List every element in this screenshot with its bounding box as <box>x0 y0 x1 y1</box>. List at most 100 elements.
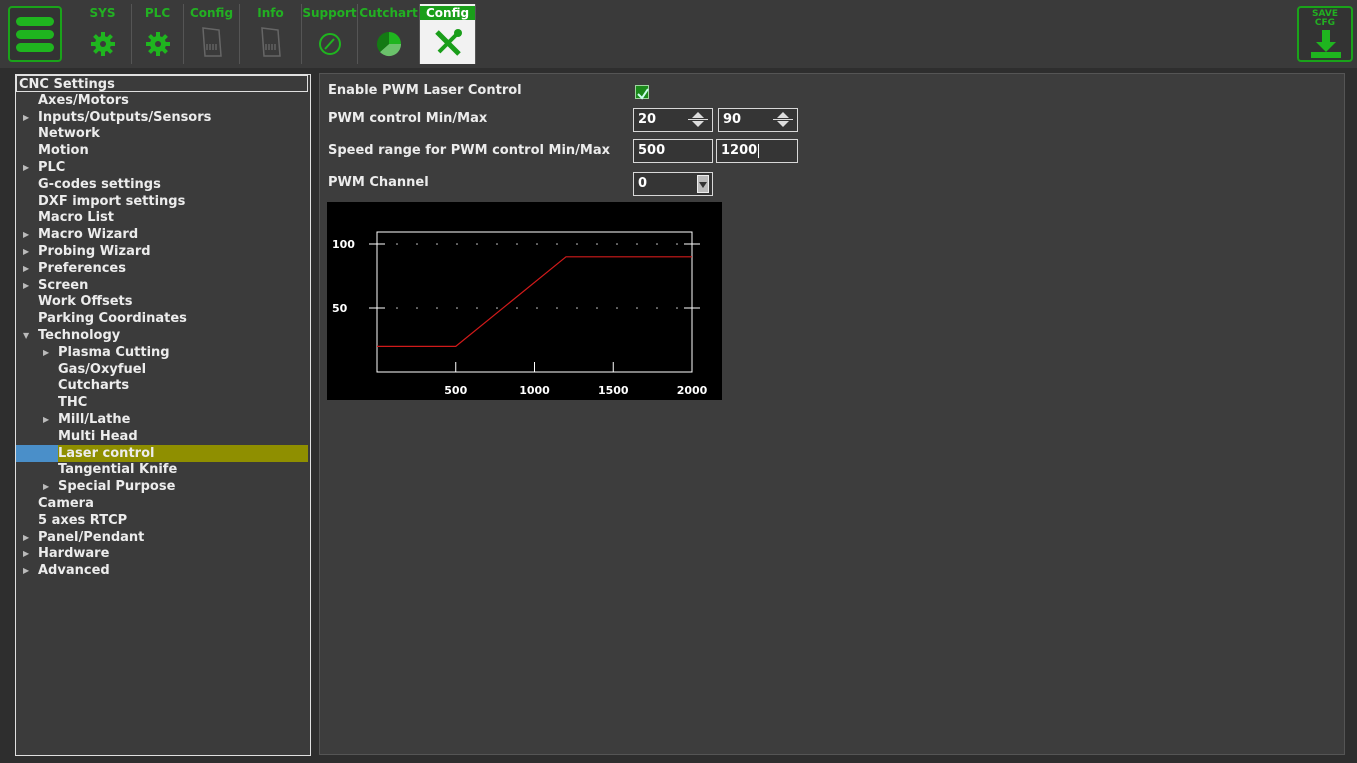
grid-dot <box>616 243 618 245</box>
tree-item[interactable]: ▶ Advanced <box>16 562 308 579</box>
gear-icon <box>145 32 170 56</box>
grid-dot <box>636 307 638 309</box>
grid-dot <box>396 243 398 245</box>
chevron-right-icon[interactable]: ▶ <box>23 277 29 294</box>
grid-dot <box>476 307 478 309</box>
chevron-right-icon[interactable]: ▶ <box>43 344 49 361</box>
laser-control-panel: Enable PWM Laser Control PWM control Min… <box>319 73 1345 755</box>
chevron-right-icon[interactable]: ▶ <box>43 411 49 428</box>
tree-item-label: Motion <box>38 143 89 159</box>
tree-item[interactable]: ▶ Mill/Lathe <box>16 411 308 428</box>
chevron-right-icon[interactable]: ▶ <box>23 243 29 260</box>
tab-label: Config <box>420 6 476 20</box>
tab-support[interactable]: Support <box>302 4 358 64</box>
tab-config-active[interactable]: Config <box>420 4 476 64</box>
chevron-right-icon[interactable]: ▶ <box>23 562 29 579</box>
tree-item[interactable]: Macro List <box>16 209 308 226</box>
tree-item[interactable]: Network <box>16 125 308 142</box>
chevron-right-icon[interactable]: ▶ <box>23 529 29 546</box>
tree-root[interactable]: CNC Settings <box>16 75 308 92</box>
chevron-right-icon[interactable]: ▶ <box>23 260 29 277</box>
chevron-right-icon[interactable]: ▶ <box>23 545 29 562</box>
spinner-arrows-icon[interactable] <box>688 111 708 129</box>
chevron-down-icon[interactable] <box>697 175 709 193</box>
tree-item[interactable]: 5 axes RTCP <box>16 512 308 529</box>
chevron-down-icon[interactable]: ▼ <box>23 327 29 344</box>
main-menu-button[interactable] <box>8 6 62 62</box>
tab-sys[interactable]: SYS <box>74 4 132 64</box>
chevron-right-icon[interactable]: ▶ <box>23 159 29 176</box>
pwm-minmax-label: PWM control Min/Max <box>328 111 488 126</box>
grid-dot <box>496 243 498 245</box>
tree-item-label: Macro List <box>38 210 114 226</box>
tree-item[interactable]: ▶ Preferences <box>16 260 308 277</box>
tree-item[interactable]: ▶ Special Purpose <box>16 478 308 495</box>
tab-label: Info <box>257 6 284 20</box>
grid-dot <box>416 307 418 309</box>
settings-tree[interactable]: CNC Settings Axes/Motors ▶ Inputs/Outputs/S… <box>15 74 311 756</box>
pwm-max-spinbox[interactable]: 90 <box>718 108 798 132</box>
tab-cutchart[interactable]: Cutchart <box>358 4 420 64</box>
tree-item[interactable]: Axes/Motors <box>16 92 308 109</box>
tab-plc[interactable]: PLC <box>132 4 184 64</box>
tree-item[interactable]: Motion <box>16 142 308 159</box>
menu-bar-icon <box>16 43 54 52</box>
document-icon <box>201 27 222 57</box>
tree-item[interactable]: DXF import settings <box>16 193 308 210</box>
tree-item[interactable]: ▶ Panel/Pendant <box>16 529 308 546</box>
tree-item[interactable]: ▶ Hardware <box>16 545 308 562</box>
chevron-right-icon[interactable]: ▶ <box>23 109 29 126</box>
tree-item[interactable]: THC <box>16 394 308 411</box>
tree-item[interactable]: ▶ PLC <box>16 159 308 176</box>
tree-item[interactable]: Gas/Oxyfuel <box>16 361 308 378</box>
tree-item-label: Hardware <box>38 546 110 562</box>
tab-config[interactable]: Config <box>184 4 240 64</box>
x-tick-label: 1500 <box>598 384 629 397</box>
grid-dot <box>516 307 518 309</box>
tree-item[interactable]: Tangential Knife <box>16 461 308 478</box>
tree-item[interactable]: ▶ Plasma Cutting <box>16 344 308 361</box>
tree-item[interactable]: ▶ Probing Wizard <box>16 243 308 260</box>
grid-dot <box>656 307 658 309</box>
grid-dot <box>656 243 658 245</box>
grid-dot <box>496 307 498 309</box>
gear-icon <box>90 32 115 56</box>
grid-dot <box>436 243 438 245</box>
tree-item[interactable]: G-codes settings <box>16 176 308 193</box>
tree-item-label: Mill/Lathe <box>58 412 131 427</box>
grid-dot <box>456 307 458 309</box>
chevron-right-icon[interactable]: ▶ <box>43 478 49 495</box>
grid-dot <box>596 243 598 245</box>
pwm-curve-line <box>377 256 692 347</box>
tree-item[interactable]: Cutcharts <box>16 377 308 394</box>
tree-item[interactable]: Work Offsets <box>16 293 308 310</box>
tree-item[interactable]: Laser control <box>16 444 308 462</box>
tree-item-label: Macro Wizard <box>38 227 139 243</box>
speed-max-input[interactable]: 1200 <box>716 139 798 163</box>
grid-dot <box>476 243 478 245</box>
tree-item[interactable]: Parking Coordinates <box>16 310 308 327</box>
tree-item[interactable]: ▶ Macro Wizard <box>16 226 308 243</box>
grid-dot <box>576 307 578 309</box>
save-label: SAVE CFG <box>1299 10 1351 28</box>
tree-item[interactable]: ▼ Technology <box>16 327 308 344</box>
tab-info[interactable]: Info <box>240 4 302 64</box>
tree-item[interactable]: ▶ Screen <box>16 277 308 294</box>
tree-item-label: Work Offsets <box>38 294 133 310</box>
tree-item[interactable]: Camera <box>16 495 308 512</box>
enable-pwm-label: Enable PWM Laser Control <box>328 83 522 98</box>
tree-item-label: Preferences <box>38 260 126 276</box>
enable-pwm-checkbox[interactable] <box>635 85 649 100</box>
tree-item[interactable]: Multi Head <box>16 428 308 445</box>
speed-min-input[interactable]: 500 <box>633 139 713 163</box>
save-config-button[interactable]: SAVE CFG <box>1297 6 1353 62</box>
grid-dot <box>456 243 458 245</box>
tree-item-label: Parking Coordinates <box>38 311 187 327</box>
pwm-min-spinbox[interactable]: 20 <box>633 108 713 132</box>
speed-min-value: 500 <box>638 143 666 158</box>
spinner-arrows-icon[interactable] <box>773 111 793 129</box>
checkmark-icon <box>637 88 649 100</box>
pwm-channel-select[interactable]: 0 <box>633 172 713 196</box>
tree-item[interactable]: ▶ Inputs/Outputs/Sensors <box>16 109 308 126</box>
chevron-right-icon[interactable]: ▶ <box>23 226 29 243</box>
